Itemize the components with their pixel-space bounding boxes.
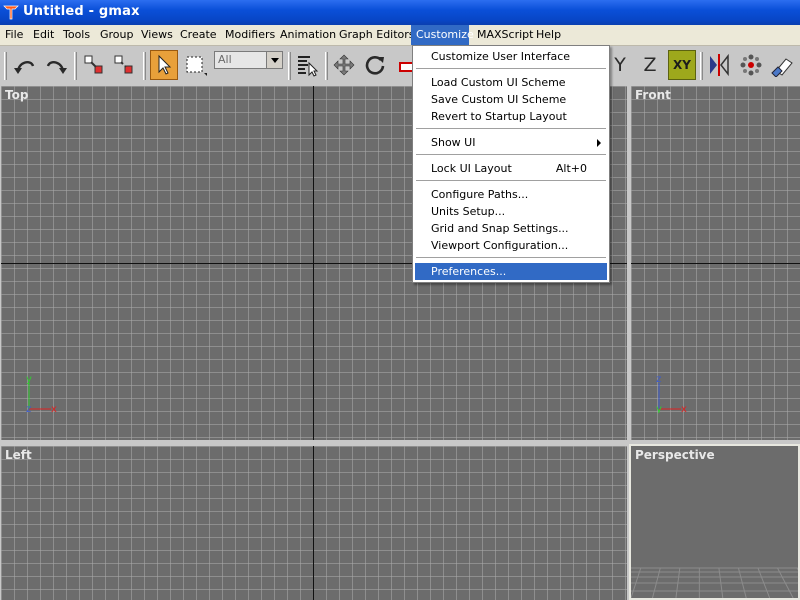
align-button[interactable] (769, 50, 797, 80)
menuitem-customize-user-interface[interactable]: Customize User Interface (415, 48, 607, 65)
menu-create[interactable]: Create (175, 25, 222, 45)
menuitem-save-custom-ui-scheme[interactable]: Save Custom UI Scheme (415, 91, 607, 108)
menuitem-units-setup[interactable]: Units Setup... (415, 203, 607, 220)
submenu-arrow-icon (597, 139, 601, 147)
axis-z-letter: z (26, 404, 31, 413)
menuitem-grid-and-snap-settings[interactable]: Grid and Snap Settings... (415, 220, 607, 237)
mirror-button[interactable] (705, 50, 733, 80)
region-selection-button[interactable] (181, 50, 209, 80)
menu-maxscript[interactable]: MAXScript (472, 25, 538, 45)
array-icon (740, 54, 762, 76)
menu-group[interactable]: Group (95, 25, 139, 45)
menu-animation[interactable]: Animation (275, 25, 341, 45)
viewport-label-front[interactable]: Front (635, 88, 671, 102)
toolbar-separator (325, 52, 328, 80)
unlink-icon (114, 55, 133, 74)
select-by-name-button[interactable] (293, 50, 321, 80)
axis-tripod-icon: y x z (26, 374, 57, 413)
selection-filter-value: All (218, 53, 232, 66)
menuitem-shortcut: Alt+0 (555, 162, 587, 175)
menu-tools[interactable]: Tools (58, 25, 95, 45)
align-icon (771, 58, 793, 77)
axis-y-letter: y (656, 404, 662, 413)
undo-icon (14, 61, 35, 74)
menu-separator (416, 154, 606, 155)
window-title: Untitled - gmax (23, 4, 140, 19)
array-button[interactable] (737, 50, 765, 80)
axis-z-letter: z (656, 374, 661, 385)
menu-separator (416, 180, 606, 181)
axis-tripod-icon: z x y (656, 374, 687, 413)
viewport-label-top[interactable]: Top (5, 88, 28, 102)
menuitem-lock-ui-layout[interactable]: Lock UI Layout Alt+0 (415, 160, 607, 177)
main-toolbar: Y Z XY (0, 46, 800, 87)
toolbar-separator (700, 52, 703, 80)
menu-bar: File Edit Tools Group Views Create Modif… (0, 25, 800, 46)
home-grid-y-axis (313, 446, 314, 600)
menuitem-preferences[interactable]: Preferences... (415, 263, 607, 280)
axis-x-letter: x (681, 404, 687, 413)
mirror-icon (710, 53, 729, 77)
select-and-link-button[interactable] (80, 50, 108, 80)
title-bar[interactable]: Untitled - gmax (0, 0, 800, 25)
chevron-down-icon[interactable] (266, 52, 282, 68)
axis-xy-label: XY (673, 58, 691, 72)
menu-separator (416, 128, 606, 129)
menuitem-viewport-configuration[interactable]: Viewport Configuration... (415, 237, 607, 254)
viewport-front[interactable]: Front z x y (631, 86, 800, 440)
menu-help[interactable]: Help (531, 25, 566, 45)
menu-separator (416, 257, 606, 258)
viewport-left[interactable]: Left (1, 446, 627, 600)
toolbar-separator (143, 52, 146, 80)
menu-customize[interactable]: Customize (411, 25, 474, 45)
toolbar-separator (74, 52, 77, 80)
select-and-rotate-button[interactable] (361, 50, 389, 80)
gmax-app-icon[interactable] (3, 4, 19, 20)
rotate-icon (365, 56, 385, 75)
selection-filter-dropdown[interactable]: All (214, 51, 283, 69)
viewport-label-perspective[interactable]: Perspective (635, 448, 715, 462)
select-by-name-icon (298, 56, 319, 77)
move-icon (333, 54, 355, 76)
home-grid-y-axis (313, 86, 314, 440)
viewport-area: Top y x z Front z x y Left Perspective (0, 86, 800, 600)
axis-z-label: Z (643, 54, 657, 76)
select-and-move-button[interactable] (330, 50, 358, 80)
restrict-to-z-button[interactable]: Z (636, 50, 664, 80)
redo-button[interactable] (42, 50, 70, 80)
unlink-selection-button[interactable] (110, 50, 138, 80)
restrict-to-y-button[interactable]: Y (606, 50, 634, 80)
undo-button[interactable] (11, 50, 39, 80)
viewport-label-left[interactable]: Left (5, 448, 32, 462)
menu-separator (416, 68, 606, 69)
menu-file[interactable]: File (0, 25, 28, 45)
menu-modifiers[interactable]: Modifiers (220, 25, 280, 45)
select-object-button[interactable] (150, 50, 178, 80)
menu-graph-editors[interactable]: Graph Editors (334, 25, 420, 45)
menu-edit[interactable]: Edit (28, 25, 59, 45)
menuitem-show-ui[interactable]: Show UI (415, 134, 607, 151)
menuitem-configure-paths[interactable]: Configure Paths... (415, 186, 607, 203)
menuitem-revert-to-startup-layout[interactable]: Revert to Startup Layout (415, 108, 607, 125)
home-grid-x-axis (631, 263, 800, 264)
toolbar-separator (288, 52, 291, 80)
customize-menu-dropdown: Customize User Interface Load Custom UI … (412, 45, 610, 283)
restrict-to-xy-button[interactable]: XY (668, 50, 696, 80)
redo-icon (46, 61, 67, 74)
menu-views[interactable]: Views (136, 25, 178, 45)
link-icon (84, 55, 103, 74)
menuitem-load-custom-ui-scheme[interactable]: Load Custom UI Scheme (415, 74, 607, 91)
toolbar-separator (4, 52, 7, 80)
perspective-grid (631, 567, 798, 598)
viewport-perspective[interactable]: Perspective (629, 444, 800, 600)
cursor-arrow-icon (158, 54, 172, 75)
axis-y-label: Y (614, 54, 626, 76)
rectangle-region-icon (186, 56, 207, 76)
axis-x-letter: x (51, 404, 57, 413)
axis-y-letter: y (26, 374, 32, 385)
